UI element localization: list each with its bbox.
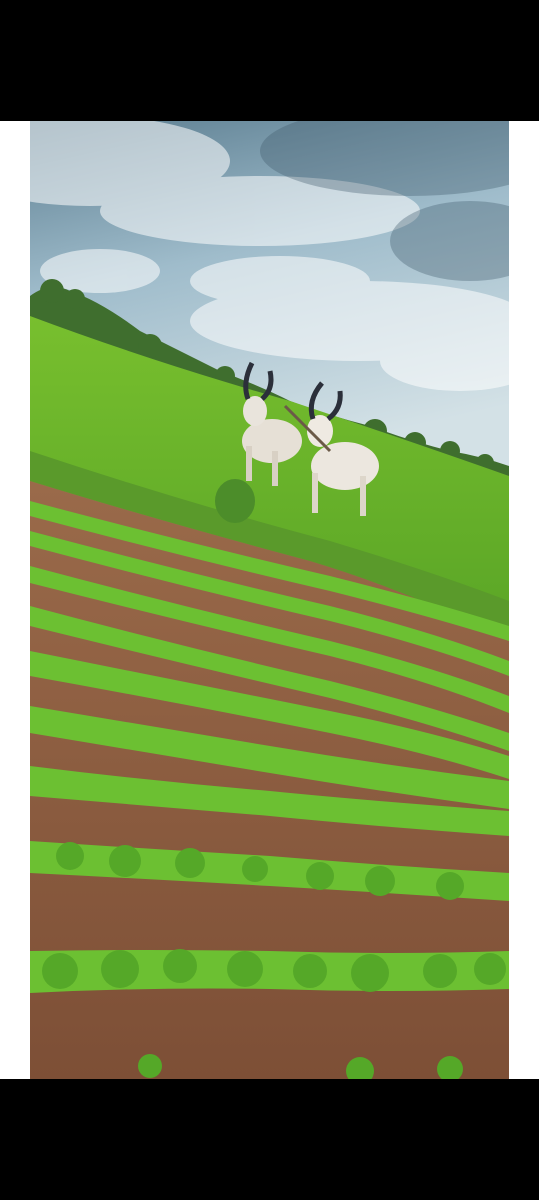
shrub	[215, 479, 255, 523]
top-black-bar	[0, 0, 539, 121]
video-viewer	[0, 0, 539, 1200]
field-photo	[30, 121, 509, 1079]
bottom-black-bar	[0, 1079, 539, 1200]
